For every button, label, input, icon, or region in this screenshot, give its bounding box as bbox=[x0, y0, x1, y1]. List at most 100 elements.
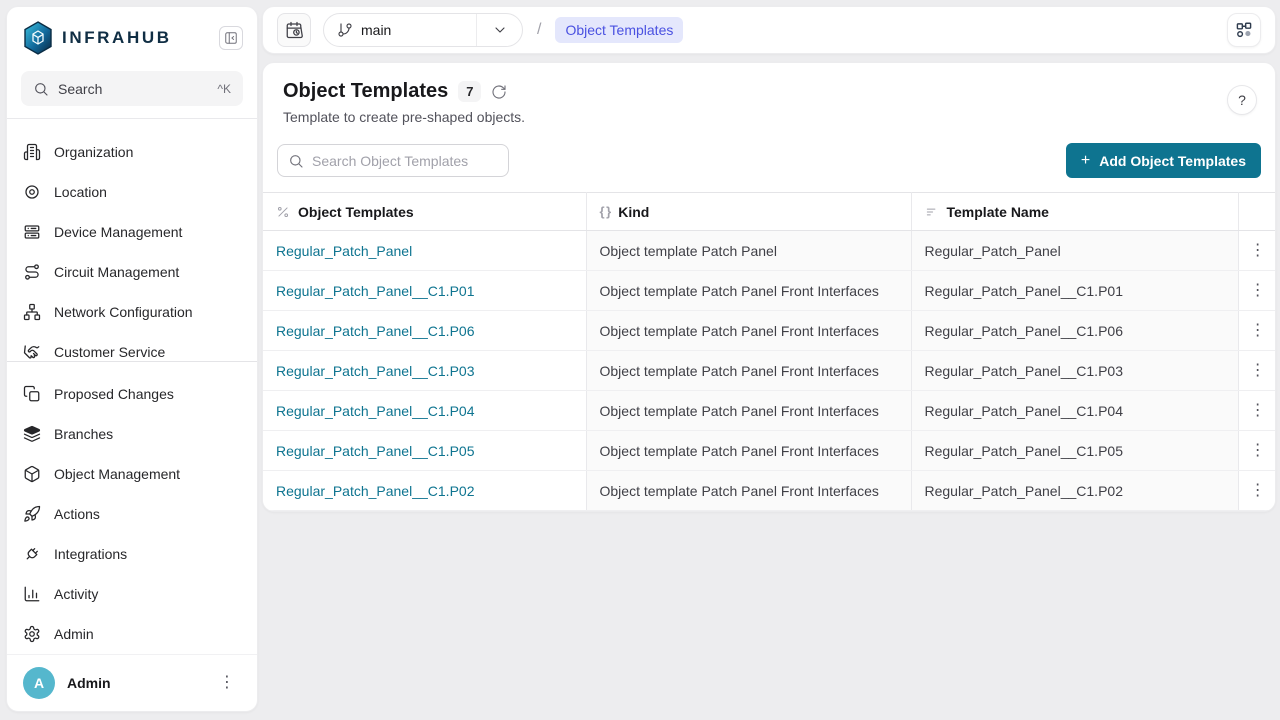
menu-label: Proposed Changes bbox=[54, 386, 174, 402]
sidebar-menu-primary: Organization Location Device Management … bbox=[7, 118, 257, 361]
table-row[interactable]: Regular_Patch_Panel__C1.P04 Object templ… bbox=[263, 391, 1276, 431]
sidebar-item-device-management[interactable]: Device Management bbox=[7, 212, 257, 252]
row-menu-button[interactable]: ⋮ bbox=[1244, 280, 1272, 301]
user-name: Admin bbox=[67, 675, 201, 691]
collapse-sidebar-button[interactable] bbox=[219, 26, 243, 50]
sidebar-search[interactable]: Search ^K bbox=[21, 71, 243, 106]
refresh-icon bbox=[491, 84, 507, 100]
menu-label: Object Management bbox=[54, 466, 180, 482]
object-search-field[interactable] bbox=[277, 144, 509, 177]
template-name-cell: Regular_Patch_Panel__C1.P03 bbox=[911, 351, 1238, 391]
kind-cell: Object template Patch Panel Front Interf… bbox=[586, 431, 911, 471]
row-menu-button[interactable]: ⋮ bbox=[1244, 320, 1272, 341]
page-subtitle: Template to create pre-shaped objects. bbox=[283, 109, 1257, 125]
branch-selector[interactable]: main bbox=[323, 13, 523, 47]
sidebar-item-admin[interactable]: Admin bbox=[7, 614, 257, 654]
sidebar-item-location[interactable]: Location bbox=[7, 172, 257, 212]
table-row[interactable]: Regular_Patch_Panel__C1.P06 Object templ… bbox=[263, 311, 1276, 351]
text-lines-icon bbox=[925, 205, 939, 219]
sidebar-item-proposed-changes[interactable]: Proposed Changes bbox=[7, 374, 257, 414]
row-menu-button[interactable]: ⋮ bbox=[1244, 240, 1272, 261]
location-icon bbox=[23, 183, 41, 201]
calendar-clock-icon bbox=[285, 21, 303, 39]
sidebar-item-actions[interactable]: Actions bbox=[7, 494, 257, 534]
layers-icon bbox=[23, 425, 41, 443]
table-row[interactable]: Regular_Patch_Panel__C1.P01 Object templ… bbox=[263, 271, 1276, 311]
sidebar-item-network-configuration[interactable]: Network Configuration bbox=[7, 292, 257, 332]
sidebar-item-organization[interactable]: Organization bbox=[7, 132, 257, 172]
gear-icon bbox=[23, 625, 41, 643]
help-button[interactable]: ? bbox=[1227, 85, 1257, 115]
table-row[interactable]: Regular_Patch_Panel__C1.P03 Object templ… bbox=[263, 351, 1276, 391]
count-badge: 7 bbox=[458, 81, 481, 102]
sidebar-item-circuit-management[interactable]: Circuit Management bbox=[7, 252, 257, 292]
sidebar-item-integrations[interactable]: Integrations bbox=[7, 534, 257, 574]
menu-label: Network Configuration bbox=[54, 304, 193, 320]
server-icon bbox=[23, 223, 41, 241]
plus-icon: + bbox=[1081, 152, 1090, 170]
branch-selector-caret[interactable] bbox=[476, 14, 522, 46]
template-name-cell: Regular_Patch_Panel__C1.P02 bbox=[911, 471, 1238, 511]
search-shortcut: ^K bbox=[217, 82, 231, 96]
branch-selector-value: main bbox=[324, 14, 476, 46]
object-link[interactable]: Regular_Patch_Panel__C1.P02 bbox=[276, 483, 474, 499]
kind-cell: Object template Patch Panel Front Interf… bbox=[586, 351, 911, 391]
page-header: Object Templates 7 Template to create pr… bbox=[263, 63, 1275, 139]
time-travel-button[interactable] bbox=[277, 13, 311, 47]
row-menu-button[interactable]: ⋮ bbox=[1244, 400, 1272, 421]
menu-label: Organization bbox=[54, 144, 133, 160]
object-link[interactable]: Regular_Patch_Panel bbox=[276, 243, 412, 259]
sidebar-item-branches[interactable]: Branches bbox=[7, 414, 257, 454]
menu-label: Admin bbox=[54, 626, 94, 642]
object-link[interactable]: Regular_Patch_Panel__C1.P03 bbox=[276, 363, 474, 379]
braces-icon: { } bbox=[600, 204, 611, 219]
template-name-cell: Regular_Patch_Panel bbox=[911, 231, 1238, 271]
sidebar-item-customer-service[interactable]: Customer Service bbox=[7, 332, 257, 361]
add-button-label: Add Object Templates bbox=[1099, 153, 1246, 169]
diff-icon bbox=[23, 385, 41, 403]
template-name-cell: Regular_Patch_Panel__C1.P01 bbox=[911, 271, 1238, 311]
table-row[interactable]: Regular_Patch_Panel Object template Patc… bbox=[263, 231, 1276, 271]
kind-cell: Object template Patch Panel Front Interf… bbox=[586, 271, 911, 311]
sidebar-header: INFRAHUB bbox=[7, 7, 257, 65]
column-label: Kind bbox=[618, 204, 649, 220]
refresh-button[interactable] bbox=[491, 84, 507, 100]
row-menu-button[interactable]: ⋮ bbox=[1244, 360, 1272, 381]
object-link[interactable]: Regular_Patch_Panel__C1.P04 bbox=[276, 403, 474, 419]
row-menu-button[interactable]: ⋮ bbox=[1244, 480, 1272, 501]
sidebar-item-activity[interactable]: Activity bbox=[7, 574, 257, 614]
menu-label: Branches bbox=[54, 426, 113, 442]
schema-graph-icon bbox=[1235, 21, 1253, 39]
column-header-template-name[interactable]: Template Name bbox=[911, 193, 1238, 231]
menu-label: Customer Service bbox=[54, 344, 165, 360]
rocket-icon bbox=[23, 505, 41, 523]
template-name-cell: Regular_Patch_Panel__C1.P05 bbox=[911, 431, 1238, 471]
breadcrumb-object-templates[interactable]: Object Templates bbox=[555, 17, 683, 43]
logo[interactable]: INFRAHUB bbox=[23, 21, 219, 55]
table-row[interactable]: Regular_Patch_Panel__C1.P02 Object templ… bbox=[263, 471, 1276, 511]
object-search-input[interactable] bbox=[312, 153, 498, 169]
table-row[interactable]: Regular_Patch_Panel__C1.P05 Object templ… bbox=[263, 431, 1276, 471]
schema-visualizer-button[interactable] bbox=[1227, 13, 1261, 47]
column-header-object-templates[interactable]: Object Templates bbox=[263, 193, 586, 231]
object-link[interactable]: Regular_Patch_Panel__C1.P01 bbox=[276, 283, 474, 299]
main-panel: Object Templates 7 Template to create pr… bbox=[262, 62, 1276, 512]
sidebar-menu-secondary: Proposed Changes Branches Object Managem… bbox=[7, 361, 257, 654]
template-name-cell: Regular_Patch_Panel__C1.P04 bbox=[911, 391, 1238, 431]
sidebar-item-object-management[interactable]: Object Management bbox=[7, 454, 257, 494]
top-bar: main / Object Templates bbox=[262, 6, 1276, 54]
box-icon bbox=[23, 465, 41, 483]
kind-cell: Object template Patch Panel bbox=[586, 231, 911, 271]
row-menu-button[interactable]: ⋮ bbox=[1244, 440, 1272, 461]
table-header-row: Object Templates { } Kind Template Name bbox=[263, 193, 1276, 231]
sidebar: INFRAHUB Search ^K Organization Location… bbox=[6, 6, 258, 712]
object-link[interactable]: Regular_Patch_Panel__C1.P06 bbox=[276, 323, 474, 339]
add-object-templates-button[interactable]: + Add Object Templates bbox=[1066, 143, 1261, 178]
building-icon bbox=[23, 143, 41, 161]
object-link[interactable]: Regular_Patch_Panel__C1.P05 bbox=[276, 443, 474, 459]
user-menu-button[interactable]: ⋮ bbox=[213, 673, 241, 693]
relationship-icon bbox=[276, 205, 290, 219]
column-header-kind[interactable]: { } Kind bbox=[586, 193, 911, 231]
column-label: Template Name bbox=[947, 204, 1049, 220]
infrahub-logo-icon bbox=[23, 21, 53, 55]
